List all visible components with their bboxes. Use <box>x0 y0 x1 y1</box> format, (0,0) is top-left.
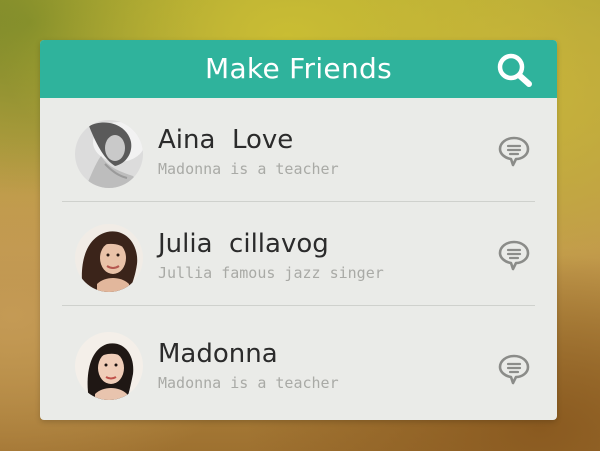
chat-bubble-icon <box>498 354 530 385</box>
chat-bubble-icon <box>498 240 530 271</box>
avatar <box>75 224 143 292</box>
avatar <box>75 120 143 188</box>
contact-name: Madonna <box>158 339 278 369</box>
contact-name: Julia cillavog <box>158 229 329 259</box>
message-button[interactable] <box>497 134 531 168</box>
message-button[interactable] <box>497 352 531 386</box>
avatar-photo-color <box>75 332 143 400</box>
contact-subtitle: Madonna is a teacher <box>158 374 339 392</box>
chat-bubble-icon <box>498 136 530 167</box>
contact-name: Aina Love <box>158 125 294 155</box>
contact-subtitle: Madonna is a teacher <box>158 160 339 178</box>
list-item[interactable]: Madonna Madonna is a teacher <box>40 306 557 420</box>
list-item[interactable]: Aina Love Madonna is a teacher <box>40 98 557 202</box>
avatar <box>75 332 143 400</box>
make-friends-card: Make Friends Aina Love Madonna is a teac… <box>40 40 557 420</box>
page-title: Make Friends <box>205 52 392 85</box>
friends-list: Aina Love Madonna is a teacher Julia cil… <box>40 98 557 420</box>
list-item[interactable]: Julia cillavog Jullia famous jazz singer <box>40 202 557 306</box>
search-button[interactable] <box>495 52 535 88</box>
contact-subtitle: Jullia famous jazz singer <box>158 264 384 282</box>
avatar-photo-grayscale <box>75 120 143 188</box>
search-icon <box>497 53 532 87</box>
card-header: Make Friends <box>40 40 557 98</box>
avatar-photo-color <box>75 224 143 292</box>
message-button[interactable] <box>497 238 531 272</box>
